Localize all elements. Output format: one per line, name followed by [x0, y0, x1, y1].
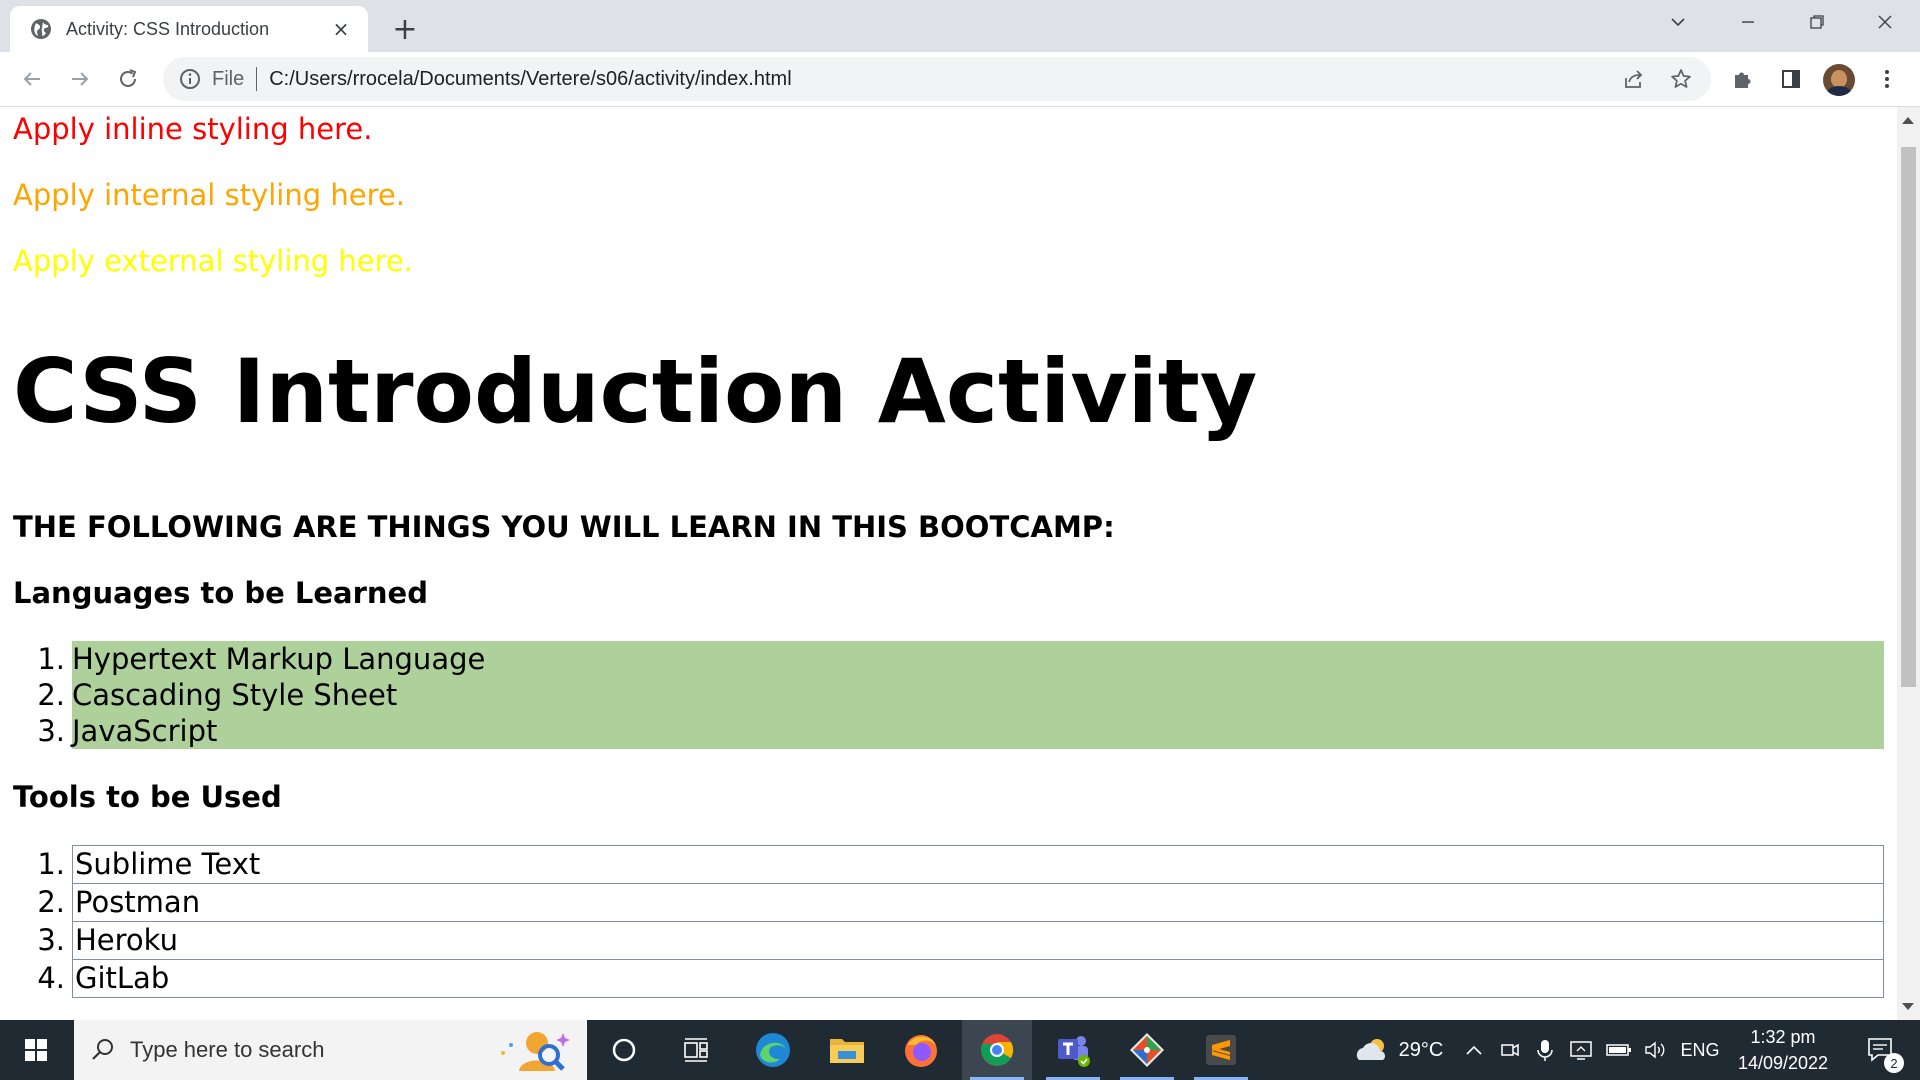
weather-widget[interactable]: 29°C [1344, 1020, 1452, 1080]
start-button[interactable] [0, 1020, 72, 1080]
list-item: 3. Heroku [37, 921, 1884, 959]
notification-count-badge: 2 [1884, 1053, 1904, 1073]
taskbar-teams[interactable] [1038, 1020, 1108, 1080]
scroll-down-arrow-icon[interactable] [1902, 1003, 1914, 1010]
git-icon [1130, 1033, 1164, 1067]
cortana-button[interactable] [590, 1020, 658, 1080]
notification-center-button[interactable]: 2 [1856, 1020, 1906, 1080]
search-highlight-icon [501, 1032, 570, 1071]
taskbar-search-box[interactable]: Type here to search [74, 1020, 587, 1080]
page-title: CSS Introduction Activity [13, 340, 1258, 443]
close-window-button[interactable] [1853, 0, 1917, 44]
list-item: 1. Hypertext Markup Language [37, 642, 486, 676]
taskbar-sublime[interactable] [1186, 1020, 1256, 1080]
language-indicator[interactable]: ENG [1680, 1020, 1720, 1080]
windows-logo-icon [25, 1039, 47, 1061]
share-icon[interactable] [1617, 62, 1651, 96]
task-view-button[interactable] [662, 1020, 730, 1080]
new-tab-button[interactable]: + [388, 13, 422, 47]
volume-icon[interactable] [1640, 1020, 1672, 1080]
display-icon[interactable] [1566, 1020, 1596, 1080]
search-icon [92, 1039, 113, 1060]
minimize-button[interactable] [1716, 0, 1780, 44]
languages-heading: Languages to be Learned [13, 576, 428, 610]
address-separator [256, 67, 258, 91]
clock[interactable]: 1:32 pm 14/09/2022 [1728, 1020, 1838, 1080]
list-item: 2. Postman [37, 883, 1884, 921]
list-item: 3. JavaScript [37, 714, 218, 748]
profile-avatar[interactable] [1823, 64, 1855, 96]
edge-icon [756, 1033, 790, 1067]
task-view-icon [684, 1038, 708, 1062]
taskbar-firefox[interactable] [886, 1020, 956, 1080]
tab-title: Activity: CSS Introduction [66, 18, 270, 39]
address-scheme: File [212, 67, 245, 90]
tools-heading: Tools to be Used [13, 780, 282, 814]
clock-date: 14/09/2022 [1737, 1053, 1829, 1073]
show-hidden-icons-chevron-icon[interactable] [1460, 1020, 1488, 1080]
taskbar-file-explorer[interactable] [812, 1020, 882, 1080]
external-styling-text: Apply external styling here. [13, 244, 413, 278]
tab-search-chevron-icon[interactable] [1646, 0, 1710, 44]
address-bar[interactable]: File C:/Users/rrocela/Documents/Vertere/… [163, 57, 1711, 101]
globe-icon [31, 19, 51, 39]
battery-icon[interactable] [1603, 1020, 1635, 1080]
reload-icon [120, 69, 137, 87]
taskbar-git[interactable] [1112, 1020, 1182, 1080]
firefox-icon [905, 1035, 937, 1067]
restore-button[interactable] [1785, 0, 1849, 44]
tools-list: 1. Sublime Text 2. Postman 3. Heroku 4. GitL… [37, 845, 1884, 998]
browser-tab-bar: Activity: CSS Introduction × + [0, 0, 1920, 52]
microphone-icon[interactable] [1530, 1020, 1560, 1080]
more-menu-icon[interactable] [1870, 62, 1904, 96]
browser-tab[interactable]: Activity: CSS Introduction × [10, 6, 368, 52]
forward-button[interactable] [63, 62, 97, 96]
extensions-puzzle-icon[interactable] [1726, 62, 1760, 96]
cloud-weather-icon [1356, 1039, 1385, 1060]
file-explorer-icon [830, 1039, 864, 1063]
list-item: 1. Sublime Text [37, 845, 1884, 883]
page-viewport: Apply inline styling here. Apply interna… [0, 107, 1897, 1020]
teams-icon [1058, 1036, 1090, 1067]
scroll-up-arrow-icon[interactable] [1902, 117, 1914, 124]
back-button[interactable] [15, 62, 49, 96]
list-item: 2. Cascading Style Sheet [37, 678, 398, 712]
search-placeholder: Type here to search [130, 1037, 325, 1062]
browser-toolbar: File C:/Users/rrocela/Documents/Vertere/… [0, 52, 1920, 107]
side-panel-icon[interactable] [1774, 62, 1808, 96]
forward-arrow-icon [72, 72, 89, 86]
taskbar-chrome[interactable] [962, 1020, 1032, 1080]
windows-taskbar: Type here to search 29°C ENG 1:32 pm 14/… [0, 1020, 1920, 1080]
list-item: 4. GitLab [37, 959, 1884, 998]
page-scrollbar[interactable] [1897, 107, 1920, 1020]
chrome-icon [981, 1034, 1014, 1066]
bootcamp-subheading: THE FOLLOWING ARE THINGS YOU WILL LEARN … [13, 510, 1115, 544]
scrollbar-thumb[interactable] [1901, 147, 1916, 687]
clock-time: 1:32 pm [1750, 1027, 1816, 1047]
tab-close-icon[interactable]: × [328, 16, 354, 42]
languages-list: 1. Hypertext Markup Language 2. Cascading … [37, 641, 1884, 749]
back-arrow-icon [23, 72, 40, 86]
address-url[interactable]: C:/Users/rrocela/Documents/Vertere/s06/a… [269, 68, 1617, 91]
sublime-icon [1206, 1035, 1236, 1065]
taskbar-edge[interactable] [738, 1020, 808, 1080]
meet-now-icon[interactable] [1495, 1020, 1525, 1080]
weather-temp: 29°C [1398, 1038, 1444, 1061]
bookmark-star-icon[interactable] [1664, 62, 1698, 96]
reload-button[interactable] [111, 62, 145, 96]
inline-styling-text: Apply inline styling here. [13, 112, 373, 146]
info-icon[interactable] [178, 67, 202, 91]
cortana-icon [612, 1038, 636, 1062]
internal-styling-text: Apply internal styling here. [13, 178, 405, 212]
